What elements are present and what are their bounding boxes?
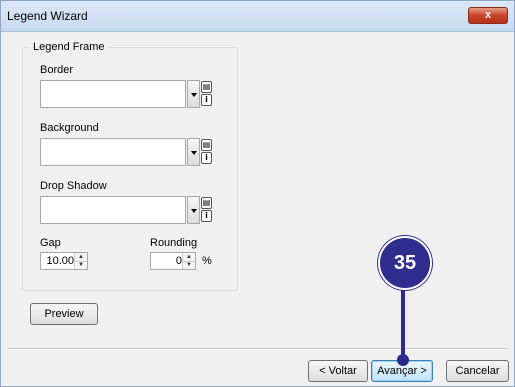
footer-separator	[8, 348, 508, 350]
window-title: Legend Wizard	[7, 9, 88, 23]
rounding-spinner[interactable]: 0 ▲ ▼	[150, 252, 196, 270]
gap-label: Gap	[40, 237, 61, 249]
border-dropdown-button[interactable]	[187, 80, 200, 108]
callout-pointer-dot	[397, 354, 409, 366]
rounding-label: Rounding	[150, 237, 198, 249]
close-button[interactable]: x	[468, 7, 508, 24]
drop-shadow-dropdown-button[interactable]	[187, 196, 200, 224]
preview-button[interactable]: Preview	[30, 303, 98, 325]
border-table-icon[interactable]: ▤	[201, 81, 212, 93]
rounding-spin-down-icon[interactable]: ▼	[183, 261, 195, 269]
cancel-button[interactable]: Cancelar	[446, 360, 509, 382]
gap-spin-down-icon[interactable]: ▼	[75, 261, 87, 269]
rounding-unit: %	[202, 255, 212, 267]
callout-pointer-line	[401, 281, 405, 359]
legend-frame-title: Legend Frame	[30, 41, 108, 53]
background-label: Background	[40, 122, 99, 134]
border-info-icon[interactable]: i	[201, 94, 212, 106]
legend-wizard-window: Legend Wizard x Legend Frame Border ▤ i …	[0, 0, 515, 387]
drop-shadow-info-icon[interactable]: i	[201, 210, 212, 222]
background-combo[interactable]	[40, 138, 186, 166]
back-button[interactable]: < Voltar	[308, 360, 368, 382]
background-table-icon[interactable]: ▤	[201, 139, 212, 151]
drop-shadow-combo[interactable]	[40, 196, 186, 224]
drop-shadow-table-icon[interactable]: ▤	[201, 197, 212, 209]
background-info-icon[interactable]: i	[201, 152, 212, 164]
title-bar: Legend Wizard x	[1, 1, 514, 32]
gap-spin-arrows[interactable]: ▲ ▼	[74, 253, 87, 269]
gap-value: 10.00	[46, 255, 74, 267]
gap-spinner[interactable]: 10.00 ▲ ▼	[40, 252, 88, 270]
border-combo[interactable]	[40, 80, 186, 108]
border-label: Border	[40, 64, 74, 76]
background-dropdown-button[interactable]	[187, 138, 200, 166]
rounding-spin-arrows[interactable]: ▲ ▼	[182, 253, 195, 269]
drop-shadow-label: Drop Shadow	[40, 180, 107, 192]
step-callout-badge: 35	[378, 236, 432, 290]
